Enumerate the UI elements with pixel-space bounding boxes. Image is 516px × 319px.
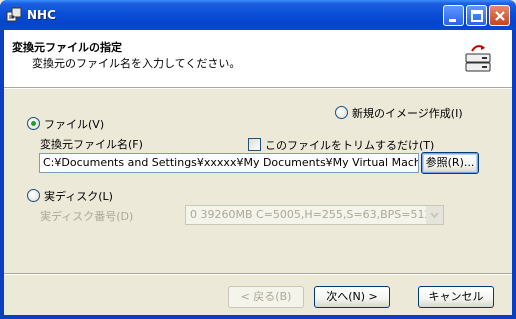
dialog-client: 変換元ファイルの指定 変換元のファイル名を入力してください。 ファイル(V) 新… [4,30,512,315]
wizard-header: 変換元ファイルの指定 変換元のファイル名を入力してください。 [4,30,512,87]
title-bar[interactable]: NHC [0,0,516,30]
close-button[interactable] [489,5,510,26]
file-radio-label[interactable]: ファイル(V) [44,116,104,132]
browse-button[interactable]: 参照(R)... [421,152,479,174]
trim-checkbox[interactable] [248,138,261,151]
back-button[interactable]: < 戻る(B) [228,286,304,308]
header-separator [4,87,512,89]
real-disk-radio-label[interactable]: 実ディスク(L) [44,188,113,204]
real-disk-select[interactable]: 0 39260MB C=5005,H=255,S=63,BPS=512 [185,205,444,225]
real-disk-select-value: 0 39260MB C=5005,H=255,S=63,BPS=512 [190,208,432,221]
dialog-window: NHC 変換元ファイルの指定 変換元のファイル名を入力してください。 ファイル(… [0,0,516,319]
next-button[interactable]: 次へ(N) > [314,286,390,308]
chevron-down-icon [426,206,443,224]
close-icon [495,11,505,21]
minimize-button[interactable] [443,5,464,26]
footer-separator [4,273,512,275]
cancel-button[interactable]: キャンセル [418,286,494,308]
real-disk-radio[interactable] [27,189,40,202]
filename-input[interactable]: C:¥Documents and Settings¥xxxxx¥My Docum… [39,153,419,173]
maximize-icon [471,10,483,22]
page-subtitle: 変換元のファイル名を入力してください。 [32,57,241,70]
new-image-radio-label[interactable]: 新規のイメージ作成(I) [352,105,463,121]
disk-convert-icon [465,45,491,72]
real-disk-number-label: 実ディスク番号(D) [40,210,134,223]
new-image-radio[interactable] [335,106,348,119]
page-title: 変換元ファイルの指定 [12,41,122,54]
filename-label: 変換元ファイル名(F) [40,138,143,151]
minimize-icon [449,19,456,22]
trim-checkbox-label[interactable]: このファイルをトリムするだけ(T) [265,137,434,153]
maximize-button[interactable] [466,5,487,26]
window-title: NHC [27,8,56,22]
file-radio[interactable] [27,117,40,130]
app-icon [6,7,22,22]
